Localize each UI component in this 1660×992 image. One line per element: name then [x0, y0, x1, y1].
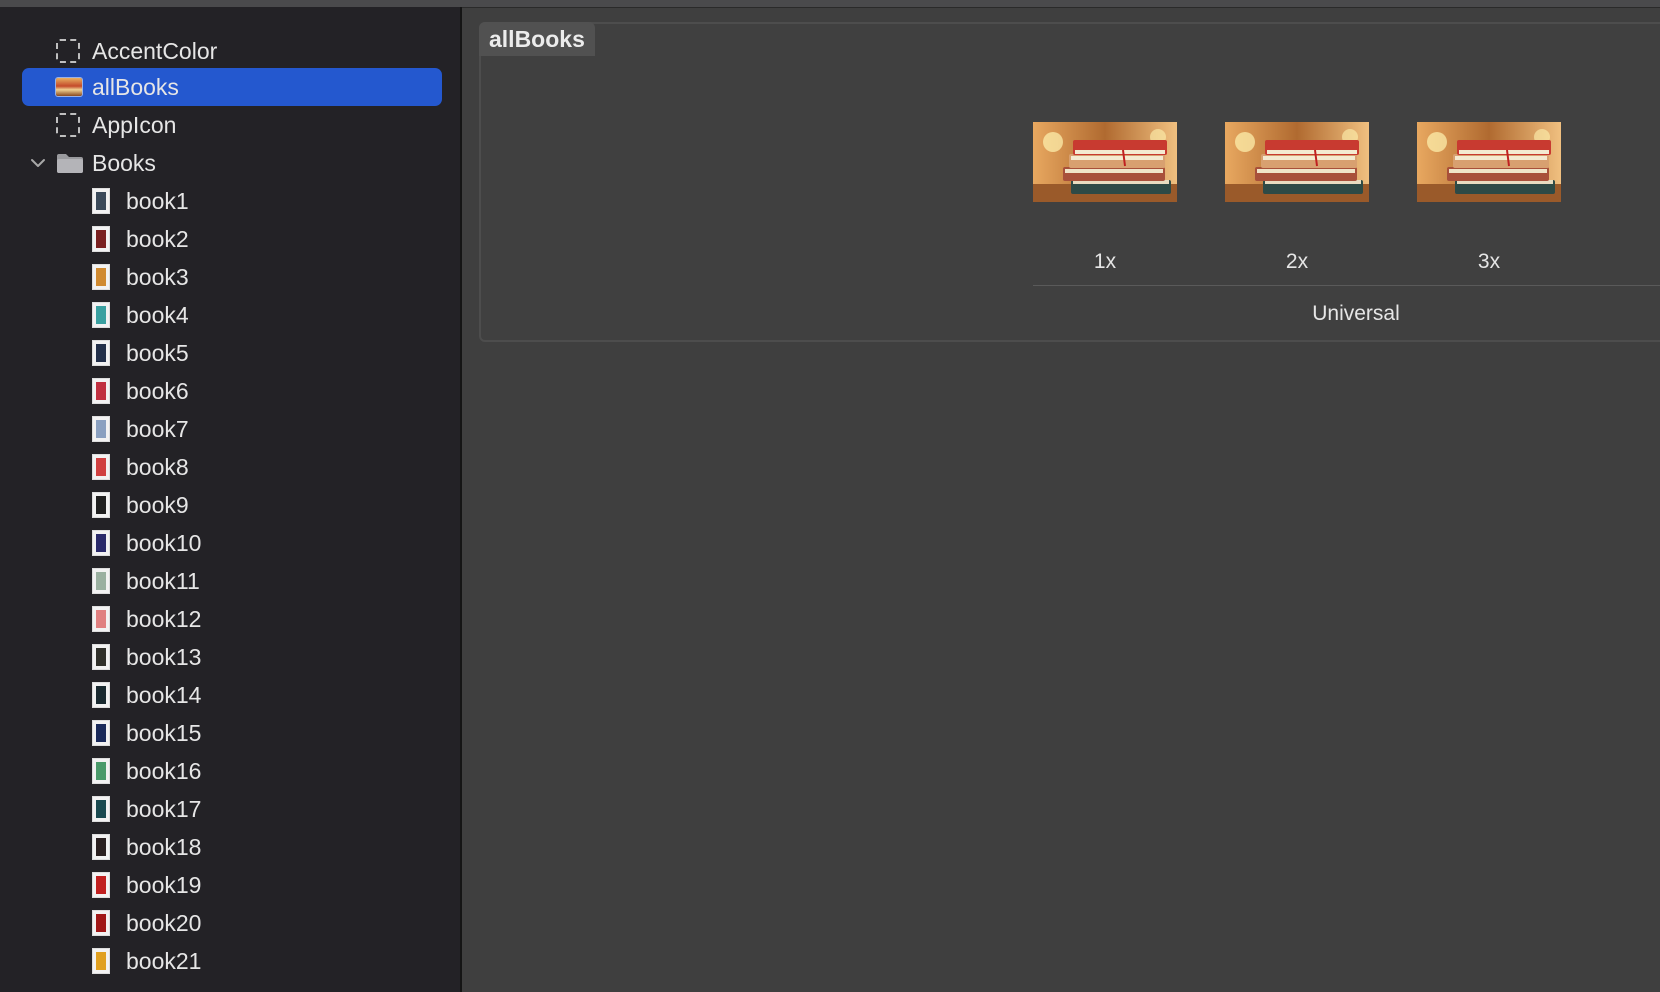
- asset-item-label: book12: [126, 605, 202, 632]
- asset-item-label: book11: [126, 567, 200, 594]
- book-cover-thumbnail-icon: [92, 644, 110, 670]
- scale-label-1x: 1x: [1093, 250, 1117, 273]
- book-cover-thumbnail-icon: [92, 226, 110, 252]
- section-divider: [1033, 285, 1660, 286]
- asset-item-book12[interactable]: book12: [0, 600, 462, 638]
- image-set-icon: [56, 78, 82, 96]
- book-cover-thumbnail-icon: [92, 606, 110, 632]
- folder-icon: [57, 154, 83, 173]
- asset-item-book21[interactable]: book21: [0, 942, 462, 980]
- asset-item-book8[interactable]: book8: [0, 448, 462, 486]
- book-cover-thumbnail-icon: [92, 340, 110, 366]
- image-well-1x[interactable]: [1033, 122, 1177, 202]
- asset-editor: 1x 2x 3x Universal allBooks: [462, 7, 1660, 992]
- asset-item-book9[interactable]: book9: [0, 486, 462, 524]
- image-set-panel: 1x 2x 3x Universal: [479, 22, 1660, 342]
- asset-item-label: book2: [126, 225, 189, 252]
- asset-item-label: book6: [126, 377, 189, 404]
- books-stack-image: [1225, 122, 1369, 202]
- asset-item-label: book3: [126, 263, 189, 290]
- books-stack-image: [1417, 122, 1561, 202]
- books-stack-image: [1033, 122, 1177, 202]
- asset-item-book16[interactable]: book16: [0, 752, 462, 790]
- asset-item-label: book7: [126, 415, 189, 442]
- device-label: Universal: [1312, 302, 1400, 325]
- asset-item-book10[interactable]: book10: [0, 524, 462, 562]
- asset-item-label: Books: [92, 149, 156, 176]
- asset-item-label: book8: [126, 453, 189, 480]
- asset-item-book1[interactable]: book1: [0, 182, 462, 220]
- chevron-down-icon[interactable]: [29, 154, 47, 172]
- asset-item-book7[interactable]: book7: [0, 410, 462, 448]
- asset-item-book6[interactable]: book6: [0, 372, 462, 410]
- app-icon-set-icon: [56, 113, 80, 137]
- asset-navigator: AccentColor allBooks AppIcon Books book1…: [0, 7, 462, 992]
- asset-item-book19[interactable]: book19: [0, 866, 462, 904]
- book-cover-thumbnail-icon: [92, 796, 110, 822]
- book-cover-thumbnail-icon: [92, 682, 110, 708]
- book-cover-thumbnail-icon: [92, 758, 110, 784]
- asset-item-book2[interactable]: book2: [0, 220, 462, 258]
- asset-item-label: book15: [126, 719, 202, 746]
- scale-label-3x: 3x: [1477, 250, 1501, 273]
- asset-item-label: book5: [126, 339, 189, 366]
- asset-item-book13[interactable]: book13: [0, 638, 462, 676]
- asset-item-label: AppIcon: [92, 111, 177, 138]
- book-cover-thumbnail-icon: [92, 416, 110, 442]
- asset-item-label: allBooks: [92, 73, 179, 100]
- asset-item-book17[interactable]: book17: [0, 790, 462, 828]
- asset-item-label: book13: [126, 643, 202, 670]
- selection-highlight: [22, 68, 442, 106]
- folder-item-books[interactable]: Books: [0, 144, 462, 182]
- asset-item-label: book4: [126, 301, 189, 328]
- book-cover-thumbnail-icon: [92, 834, 110, 860]
- asset-item-label: book1: [126, 187, 189, 214]
- asset-item-label: book9: [126, 491, 189, 518]
- image-set-title-tab: allBooks: [479, 22, 595, 56]
- book-cover-thumbnail-icon: [92, 492, 110, 518]
- book-cover-thumbnail-icon: [92, 454, 110, 480]
- asset-item-book14[interactable]: book14: [0, 676, 462, 714]
- book-cover-thumbnail-icon: [92, 530, 110, 556]
- asset-item-label: book10: [126, 529, 202, 556]
- asset-item-label: book16: [126, 757, 202, 784]
- book-cover-thumbnail-icon: [92, 378, 110, 404]
- asset-item-book5[interactable]: book5: [0, 334, 462, 372]
- asset-item-book18[interactable]: book18: [0, 828, 462, 866]
- book-cover-thumbnail-icon: [92, 188, 110, 214]
- asset-item-label: book21: [126, 947, 202, 974]
- book-cover-thumbnail-icon: [92, 264, 110, 290]
- asset-item-accentcolor[interactable]: AccentColor: [0, 32, 462, 70]
- asset-item-book3[interactable]: book3: [0, 258, 462, 296]
- book-cover-thumbnail-icon: [92, 302, 110, 328]
- asset-item-allbooks[interactable]: allBooks: [0, 68, 462, 106]
- asset-item-label: book14: [126, 681, 202, 708]
- book-cover-thumbnail-icon: [92, 872, 110, 898]
- asset-item-label: AccentColor: [92, 37, 218, 64]
- image-well-2x[interactable]: [1225, 122, 1369, 202]
- color-set-icon: [56, 39, 80, 63]
- asset-item-book4[interactable]: book4: [0, 296, 462, 334]
- asset-item-book11[interactable]: book11: [0, 562, 462, 600]
- image-well-3x[interactable]: [1417, 122, 1561, 202]
- scale-label-2x: 2x: [1285, 250, 1309, 273]
- book-cover-thumbnail-icon: [92, 720, 110, 746]
- asset-item-label: book18: [126, 833, 202, 860]
- asset-item-label: book19: [126, 871, 202, 898]
- book-cover-thumbnail-icon: [92, 910, 110, 936]
- asset-item-book20[interactable]: book20: [0, 904, 462, 942]
- book-cover-thumbnail-icon: [92, 948, 110, 974]
- asset-item-appicon[interactable]: AppIcon: [0, 106, 462, 144]
- asset-item-label: book17: [126, 795, 202, 822]
- asset-item-book15[interactable]: book15: [0, 714, 462, 752]
- asset-item-label: book20: [126, 909, 202, 936]
- book-cover-thumbnail-icon: [92, 568, 110, 594]
